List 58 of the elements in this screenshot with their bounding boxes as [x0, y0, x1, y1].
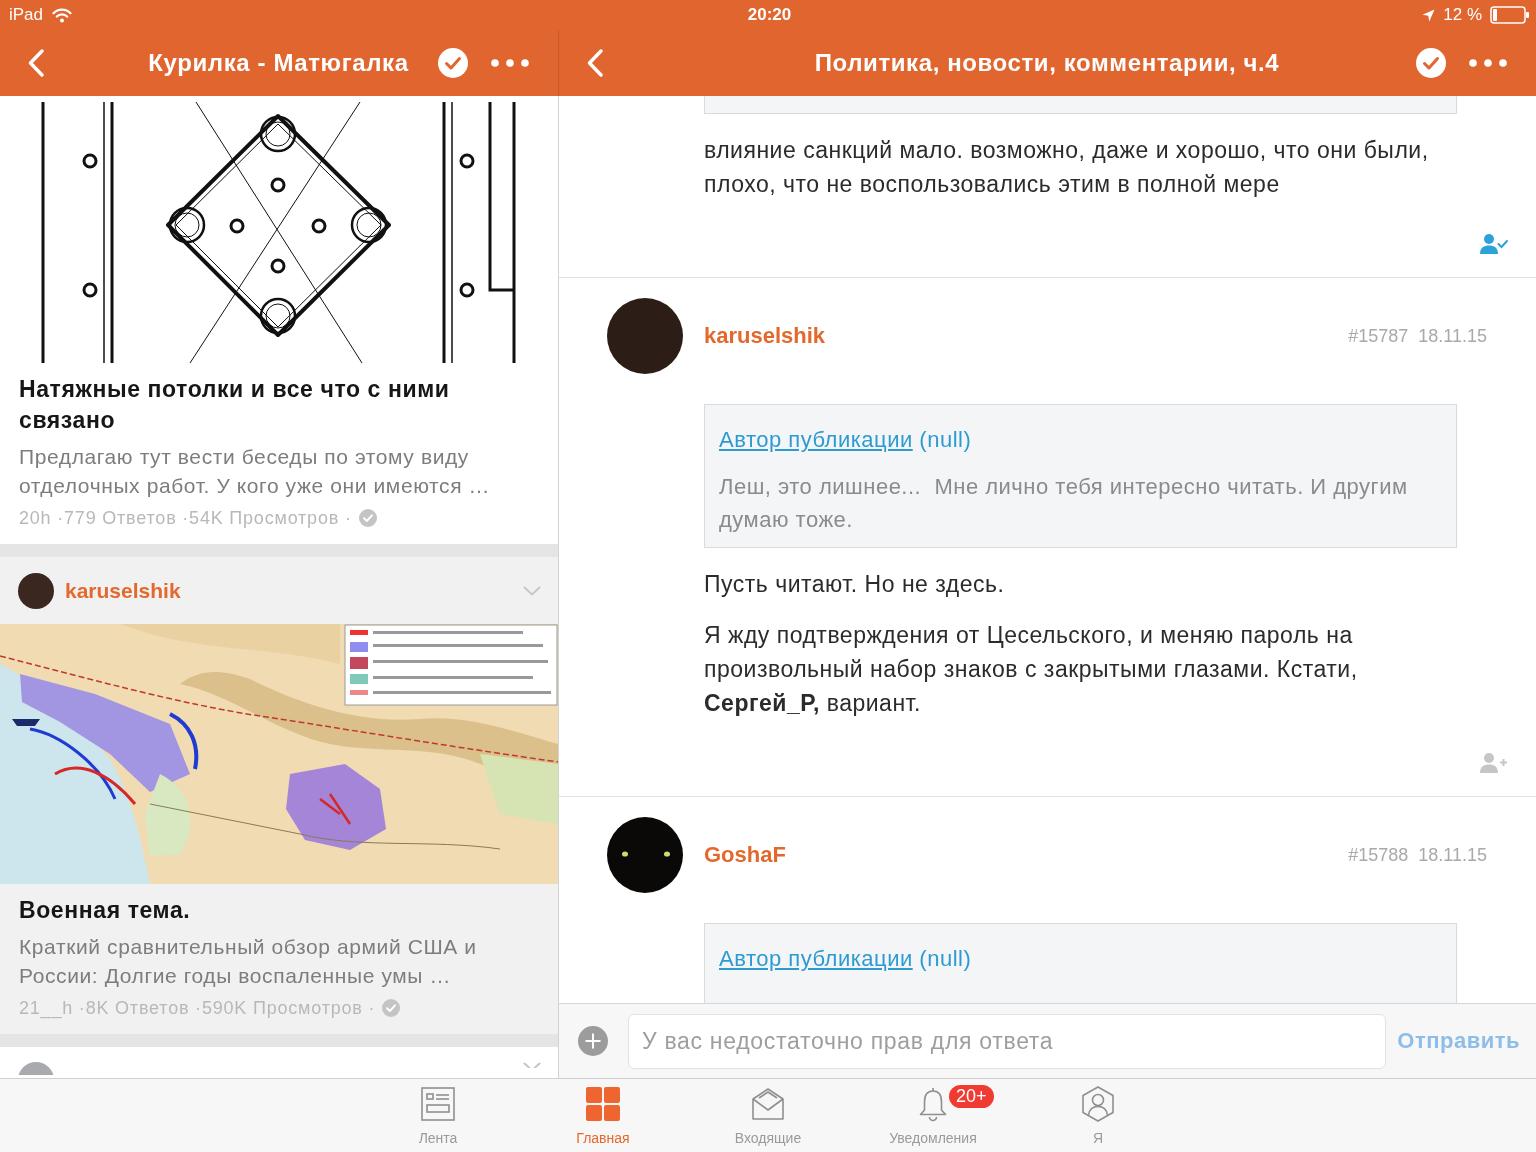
comment-text: влияние санкций мало. возможно, даже и хорошо, что они были, плохо, что не воспользовались этим в полной мере — [704, 136, 1430, 199]
grid-icon — [585, 1086, 621, 1122]
check-circle-icon — [438, 48, 468, 78]
battery-icon — [1490, 6, 1530, 24]
post-title: Военная тема. — [19, 896, 192, 925]
author-name[interactable]: karuselshik — [704, 323, 826, 349]
post-excerpt: Предлагаю тут вести беседы по этому виду отделочных работ. У кого уже они имеются … — [19, 444, 492, 499]
device-name: iPad — [9, 5, 44, 25]
post-card[interactable]: karuselshik Военная тема. Краткий сравнительный обзор армий США и России: Долгие годы воспаленные умы … 21__h ·8K Ответов ·590K Просмотров · — [0, 557, 558, 1034]
comment-date: 18.11.15 — [1418, 325, 1487, 347]
more-button[interactable] — [1469, 59, 1507, 67]
chevron-left-icon — [587, 49, 603, 77]
navigation-title: Курилка - Матюгалка — [148, 49, 409, 77]
author-link[interactable]: Автор публикации — [719, 946, 913, 971]
more-button[interactable] — [491, 59, 529, 67]
back-button[interactable] — [28, 49, 44, 77]
reply-field[interactable]: У вас недостаточно прав для ответа — [628, 1013, 1386, 1069]
post-excerpt: Краткий сравнительный обзор армий США и России: Долгие годы воспаленные умы … — [19, 934, 478, 989]
plus-circle-icon[interactable] — [578, 1026, 608, 1056]
avatar — [18, 1062, 54, 1075]
post-stats: 20h ·779 Ответов ·54K Просмотров · — [19, 507, 352, 529]
quote-text: Леш, это лишнее... Мне лично тебя интересно читать. И другим думаю тоже. — [719, 473, 1409, 534]
navigation-title: Политика, новости, комментарии, ч.4 — [814, 49, 1280, 77]
chevron-left-icon — [28, 49, 44, 77]
check-button[interactable] — [1416, 48, 1446, 78]
author-link[interactable]: Автор публикации — [719, 427, 913, 452]
wifi-icon — [52, 7, 73, 23]
status-time: 20:20 — [747, 5, 792, 25]
quote-source-note: (null) — [919, 946, 972, 971]
more-icon — [1469, 59, 1507, 67]
battery-percentage: 12 % — [1443, 5, 1482, 25]
notification-badge: 20+ — [947, 1083, 996, 1110]
tab[interactable]: Уведомления 20+ — [850, 1079, 1016, 1152]
tab[interactable]: Входящие — [685, 1079, 851, 1152]
comment-text: Пусть читают. Но не здесь. — [704, 570, 1006, 599]
comment-number: #15787 — [1348, 325, 1409, 347]
comment-number: #15788 — [1348, 844, 1409, 866]
comment-text: Я жду подтверждения от Цесельского, и меняю пароль на произвольный набор знаков с закрытыми глазами. Кстати, Сергей_Р, вариант. — [704, 621, 1359, 718]
envelope-icon — [750, 1086, 786, 1122]
document-icon — [420, 1086, 456, 1122]
check-button[interactable] — [438, 48, 468, 78]
more-icon — [491, 59, 529, 67]
tab[interactable]: Я — [1015, 1079, 1181, 1152]
comment-date: 18.11.15 — [1418, 844, 1487, 866]
avatar — [18, 572, 54, 609]
tab[interactable]: Главная — [520, 1079, 686, 1152]
author-name[interactable]: GoshaF — [704, 842, 786, 868]
post-card[interactable]: Натяжные потолки и все что с ними связано Предлагаю тут вести беседы по этому виду отделочных работ. У кого уже они имеются … 20h ·779 Ответов ·54K Просмотров · — [0, 96, 558, 544]
user-icon — [1080, 1086, 1116, 1122]
tab[interactable]: Лента — [355, 1079, 521, 1152]
post-stats: 21__h ·8K Ответов ·590K Просмотров · — [19, 997, 376, 1019]
check-circle-icon — [1416, 48, 1446, 78]
back-button[interactable] — [587, 49, 603, 77]
location-arrow-icon — [1422, 8, 1436, 22]
quote-source-note: (null) — [919, 427, 972, 452]
post-title: Натяжные потолки и все что с ними связано — [19, 375, 451, 435]
user-check-icon[interactable] — [1480, 233, 1508, 255]
author-name[interactable]: karuselshik — [65, 578, 181, 603]
